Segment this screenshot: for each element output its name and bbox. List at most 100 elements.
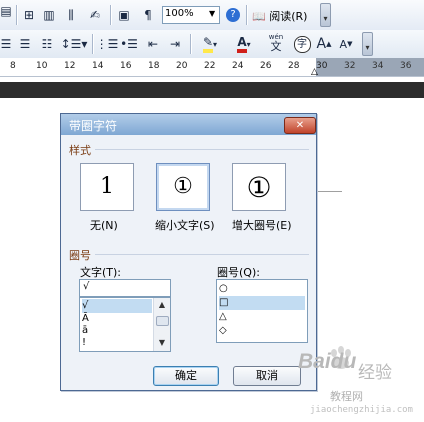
font-color-label: A <box>237 35 247 53</box>
list-item[interactable]: △ <box>219 310 305 324</box>
ok-button[interactable]: 确定 <box>153 366 219 386</box>
style-none-preview: 1 <box>100 174 114 199</box>
toolbar-options-icon[interactable]: ▾ <box>320 3 331 27</box>
style-none-button[interactable]: 1 <box>80 163 134 211</box>
decrease-indent-icon[interactable]: ⇤ <box>144 33 162 55</box>
grow-font-button[interactable]: A ▲ <box>314 33 334 55</box>
list-item[interactable]: ◇ <box>219 324 305 338</box>
text-listbox[interactable]: √ Ā ā ! ▲ ▼ <box>79 297 171 352</box>
standard-toolbar: ▤ ⊞ ▥ ⫼ ✍ ▣ ¶ 100% ▼ ? 📖 阅读(R) ▾ <box>0 0 424 31</box>
text-field-label: 文字(T): <box>80 266 122 279</box>
right-indent-marker-icon[interactable]: △ <box>311 67 318 77</box>
style-shrink-text-button[interactable]: ① <box>156 163 210 211</box>
section-divider <box>95 149 309 150</box>
ruler-mark: 12 <box>64 61 76 71</box>
ruler-mark: 18 <box>148 61 160 71</box>
bullets-icon[interactable]: •☰ <box>120 33 138 55</box>
ruler-mark: 14 <box>92 61 104 71</box>
list-item[interactable]: ! <box>82 336 86 350</box>
text-input[interactable]: √ <box>79 279 171 297</box>
scroll-up-icon[interactable]: ▲ <box>154 298 170 312</box>
paragraph-mark-icon[interactable]: ¶ <box>138 4 158 26</box>
shrink-font-button[interactable]: A ▼ <box>336 33 356 55</box>
cancel-button[interactable]: 取消 <box>233 366 301 386</box>
zoom-value: 100% <box>165 8 194 19</box>
list-item[interactable]: □ <box>219 296 305 310</box>
separator <box>190 34 191 54</box>
style-enlarge-circle-button[interactable]: ① <box>232 163 286 211</box>
increase-indent-icon[interactable]: ⇥ <box>166 33 184 55</box>
text-boundary-line <box>318 191 342 192</box>
ruler-mark: 26 <box>260 61 272 71</box>
numbering-icon[interactable]: ⋮☰ <box>96 33 119 55</box>
dialog-title: 带圈字符 <box>69 119 118 133</box>
dialog-titlebar[interactable]: 带圈字符 ✕ <box>61 114 316 135</box>
circle-listbox[interactable]: ○ □ △ ◇ <box>216 279 308 343</box>
paste-icon[interactable]: ▤ <box>0 0 12 22</box>
ruler-mark: 8 <box>10 61 16 71</box>
separator <box>110 5 111 25</box>
section-divider <box>95 254 309 255</box>
book-icon: 📖 <box>252 10 266 23</box>
chevron-down-icon: ▼ <box>209 9 216 18</box>
separator <box>246 5 247 25</box>
ruler-mark: 20 <box>176 61 188 71</box>
phonetic-guide-button[interactable]: wén 文 <box>264 31 288 53</box>
circle-field-label: 圈号(Q): <box>217 266 260 279</box>
ruler-mark: 28 <box>288 61 300 71</box>
text-input-value: √ <box>83 281 90 292</box>
separator <box>92 34 93 54</box>
enclose-characters-button[interactable]: 字 <box>292 33 312 55</box>
close-button[interactable]: ✕ <box>284 117 316 134</box>
help-icon[interactable]: ? <box>224 4 242 26</box>
ruler-mark: 34 <box>372 61 384 71</box>
style-shrink-preview: ① <box>173 174 193 199</box>
grow-font-label: A <box>316 36 327 52</box>
ruler-mark: 16 <box>120 61 132 71</box>
watermark-jingyan: 经验 <box>358 363 392 383</box>
font-color-button[interactable]: A ▾ <box>230 33 258 55</box>
toolbar-options-icon[interactable]: ▾ <box>362 32 373 56</box>
document-map-icon[interactable]: ✍ <box>84 4 106 26</box>
ruler-mark: 36 <box>400 61 412 71</box>
style-none-label: 无(N) <box>90 219 118 232</box>
distributed-icon[interactable]: ☷ <box>38 33 56 55</box>
highlighter-icon: ✎ <box>202 35 214 53</box>
phonetic-char: 文 <box>270 40 282 53</box>
text-list-scrollbar[interactable]: ▲ ▼ <box>153 298 170 351</box>
style-enlarge-preview: ① <box>246 171 272 204</box>
style-section-label: 样式 <box>69 144 91 157</box>
circle-section-label: 圈号 <box>69 249 91 262</box>
ruler-mark: 24 <box>232 61 244 71</box>
shrink-font-label: A <box>339 37 348 51</box>
enclose-characters-dialog: 带圈字符 ✕ 样式 1 无(N) ① 缩小文字(S) ① 增大圈号(E) 圈号 … <box>60 113 317 391</box>
ruler-mark: 22 <box>204 61 216 71</box>
watermark-site: 教程网 <box>330 390 363 403</box>
line-spacing-icon[interactable]: ↕☰▾ <box>60 33 88 55</box>
align-left-icon[interactable]: ☰ <box>0 33 12 55</box>
page-top-border <box>0 82 424 98</box>
scroll-thumb[interactable] <box>156 316 169 326</box>
style-shrink-text-label: 缩小文字(S) <box>155 219 215 232</box>
list-item[interactable]: ○ <box>219 282 305 296</box>
enclose-char: 字 <box>293 35 311 53</box>
table-icon[interactable]: ⊞ <box>20 4 38 26</box>
show-formatting-icon[interactable]: ▣ <box>114 4 134 26</box>
columns-icon[interactable]: ▥ <box>40 4 58 26</box>
style-enlarge-circle-label: 增大圈号(E) <box>232 219 292 232</box>
list-item[interactable]: √ <box>82 299 152 313</box>
justify-icon[interactable]: ☰ <box>16 33 34 55</box>
close-icon: ✕ <box>295 120 305 131</box>
drawing-icon[interactable]: ⫼ <box>62 4 80 26</box>
ruler-mark: 32 <box>344 61 356 71</box>
horizontal-ruler[interactable]: 8 10 12 14 16 18 20 22 24 26 28 30 32 34… <box>0 58 424 77</box>
highlight-button[interactable]: ✎ ▾ <box>196 33 224 55</box>
ruler-mark: 10 <box>36 61 48 71</box>
watermark-brand: Baidu <box>298 350 357 373</box>
read-button[interactable]: 📖 阅读(R) <box>252 8 307 24</box>
watermark-url: jiaochengzhijia.com <box>310 405 413 415</box>
separator <box>16 5 17 25</box>
read-label: 阅读(R) <box>269 10 308 23</box>
zoom-select[interactable]: 100% ▼ <box>162 6 220 24</box>
scroll-down-icon[interactable]: ▼ <box>154 336 170 350</box>
